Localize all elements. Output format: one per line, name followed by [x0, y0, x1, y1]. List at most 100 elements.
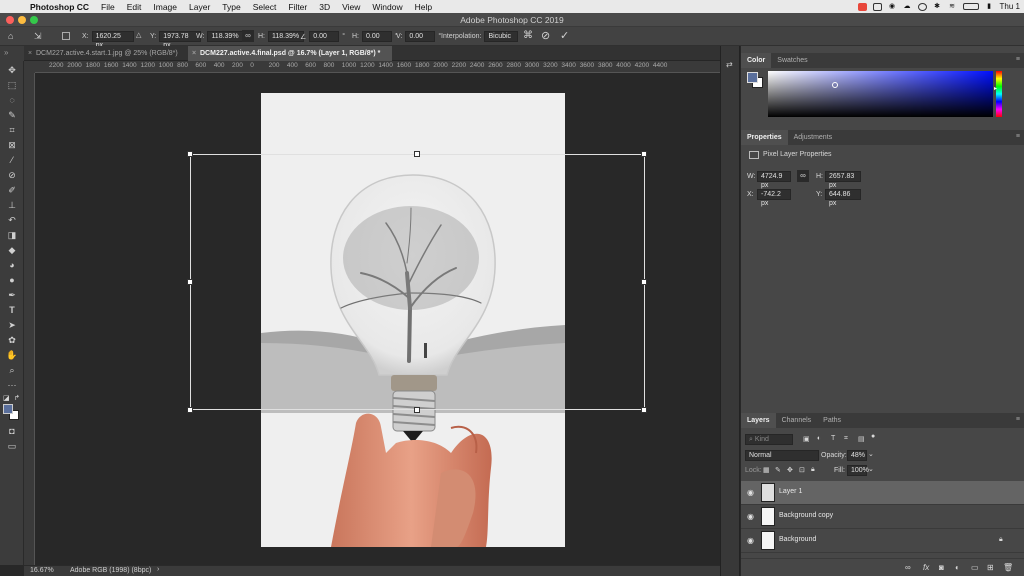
transform-handle-right[interactable] — [641, 279, 647, 285]
swap-colors-icon[interactable]: ↱ — [14, 394, 20, 402]
commit-transform-icon[interactable]: ✓ — [560, 29, 569, 42]
prop-height-field[interactable]: 2657.83 px — [825, 171, 861, 189]
more-tools-icon[interactable]: ··· — [3, 379, 21, 392]
transform-handle-bottom-left[interactable] — [187, 407, 193, 413]
transform-handle-left[interactable] — [187, 279, 193, 285]
opacity-field[interactable]: 48% — [847, 450, 867, 461]
menu-type[interactable]: Type — [222, 2, 240, 12]
timer-icon[interactable] — [917, 2, 927, 11]
new-group-icon[interactable]: ▭ — [971, 563, 979, 572]
link-dimensions-icon[interactable]: ∞ — [797, 170, 809, 182]
default-colors-icon[interactable]: ◪ — [3, 394, 10, 402]
horizontal-ruler[interactable]: 2200 2000 1800 1600 1400 1200 1000 800 600 400 200… — [35, 61, 720, 73]
height-percent-field[interactable]: 118.39% — [268, 31, 304, 42]
document-canvas[interactable] — [35, 73, 720, 565]
layer-name[interactable]: Background copy — [779, 512, 833, 519]
dropbox-icon[interactable] — [872, 2, 882, 11]
transform-handle-top-left[interactable] — [187, 151, 193, 157]
battery-icon[interactable] — [962, 3, 979, 10]
history-brush-tool-icon[interactable]: ↶ — [3, 214, 21, 227]
move-tool-icon[interactable]: ✥ — [3, 64, 21, 77]
transform-handle-bottom[interactable] — [414, 407, 420, 413]
delta-icon[interactable]: △ — [136, 31, 141, 39]
x-field[interactable]: 1620.25 px — [91, 31, 134, 49]
prop-x-field[interactable]: -742.2 px — [757, 189, 791, 207]
eyedropper-tool-icon[interactable]: ⁄ — [3, 154, 21, 167]
lock-pixels-icon[interactable]: ✎ — [775, 466, 781, 474]
v-skew-field[interactable]: 0.00 — [405, 31, 436, 42]
adjustment-layer-icon[interactable]: ◐ — [955, 563, 960, 572]
panel-menu-icon[interactable]: ≡ — [1016, 133, 1020, 140]
hue-slider-marker[interactable]: ▸ — [994, 85, 997, 92]
lock-artboard-icon[interactable]: ⊡ — [799, 466, 805, 474]
frame-tool-icon[interactable]: ⊠ — [3, 139, 21, 152]
tab-channels[interactable]: Channels — [776, 413, 818, 428]
layer-name[interactable]: Layer 1 — [779, 488, 802, 495]
menu-3d[interactable]: 3D — [319, 2, 330, 12]
healing-brush-tool-icon[interactable]: ⊘ — [3, 169, 21, 182]
eraser-tool-icon[interactable]: ◨ — [3, 229, 21, 242]
tab-final-document[interactable]: × DCM227.active.4.final.psd @ 16.7% (Lay… — [188, 46, 392, 61]
pen-tool-icon[interactable]: ✒ — [3, 289, 21, 302]
cancel-transform-icon[interactable]: ⊘ — [541, 29, 550, 42]
rotation-field[interactable]: 0.00 — [309, 31, 340, 42]
visibility-eye-icon[interactable]: ◉ — [747, 512, 754, 521]
hue-slider[interactable] — [996, 71, 1002, 117]
close-tab-icon[interactable]: × — [28, 46, 32, 61]
zoom-tool-icon[interactable]: ⌕ — [3, 364, 21, 377]
y-field[interactable]: 1973.78 px — [159, 31, 202, 49]
fill-field[interactable]: 100% — [847, 465, 869, 476]
bluetooth-icon[interactable]: ✱ — [933, 3, 942, 11]
home-icon[interactable]: ⌂ — [8, 31, 13, 41]
move-tool-preset-icon[interactable]: ⇲ — [34, 31, 42, 42]
status-menu-icon[interactable]: › — [157, 566, 159, 573]
layer-row-layer-1[interactable]: ◉ Layer 1 — [741, 481, 1024, 505]
reference-point-icon[interactable] — [62, 32, 70, 40]
screen-mode-icon[interactable]: ▭ — [3, 440, 21, 453]
path-selection-tool-icon[interactable]: ➤ — [3, 319, 21, 332]
prop-width-field[interactable]: 4724.9 px — [757, 171, 791, 189]
blur-tool-icon[interactable]: ◕ — [3, 259, 21, 272]
filter-adjustment-icon[interactable]: ◐ — [817, 435, 821, 442]
menu-select[interactable]: Select — [253, 2, 277, 12]
menu-window[interactable]: Window — [372, 2, 402, 12]
width-percent-field[interactable]: 118.39% — [207, 31, 244, 42]
menu-app-name[interactable]: Photoshop CC — [30, 2, 89, 12]
layer-thumbnail[interactable] — [761, 483, 775, 502]
creative-cloud-icon[interactable] — [857, 2, 867, 11]
lock-transparency-icon[interactable]: ▦ — [763, 466, 770, 474]
transform-handle-bottom-right[interactable] — [641, 407, 647, 413]
layer-thumbnail[interactable] — [761, 531, 775, 550]
cloud-icon[interactable]: ☁ — [903, 3, 912, 11]
tab-paths[interactable]: Paths — [817, 413, 847, 428]
prop-y-field[interactable]: 644.86 px — [825, 189, 861, 207]
menu-edit[interactable]: Edit — [127, 2, 142, 12]
custom-shape-tool-icon[interactable]: ✿ — [3, 334, 21, 347]
filter-smart-object-icon[interactable]: ▤ — [858, 435, 865, 443]
transform-handle-top-right[interactable] — [641, 151, 647, 157]
filter-toggle-icon[interactable]: ● — [871, 433, 875, 440]
dodge-tool-icon[interactable]: ● — [3, 274, 21, 287]
fill-chevron-icon[interactable]: ⌄ — [868, 465, 874, 473]
vertical-ruler[interactable] — [24, 73, 35, 565]
color-fg-swatch[interactable] — [747, 72, 758, 83]
brush-tool-icon[interactable]: ✐ — [3, 184, 21, 197]
interpolation-select[interactable]: Bicubic — [484, 31, 519, 42]
tab-swatches[interactable]: Swatches — [771, 53, 813, 68]
panel-menu-icon[interactable]: ≡ — [1016, 416, 1020, 423]
tab-layers[interactable]: Layers — [741, 413, 776, 428]
blend-mode-select[interactable]: Normal — [745, 450, 819, 461]
foreground-color-swatch[interactable] — [3, 404, 13, 414]
crop-tool-icon[interactable]: ⌗ — [3, 124, 21, 137]
opacity-chevron-icon[interactable]: ⌄ — [868, 450, 874, 458]
flag-icon[interactable]: ▮ — [985, 3, 994, 11]
quick-mask-icon[interactable]: ◘ — [3, 425, 21, 438]
h-skew-field[interactable]: 0.00 — [362, 31, 392, 42]
tab-properties[interactable]: Properties — [741, 130, 788, 145]
layer-name[interactable]: Background — [779, 536, 816, 543]
paint-bucket-tool-icon[interactable]: ◆ — [3, 244, 21, 257]
lock-all-icon[interactable]: 🔒︎ — [811, 466, 815, 474]
menu-help[interactable]: Help — [415, 2, 432, 12]
type-tool-icon[interactable]: T — [3, 304, 21, 317]
color-picker-cursor[interactable] — [832, 82, 838, 88]
